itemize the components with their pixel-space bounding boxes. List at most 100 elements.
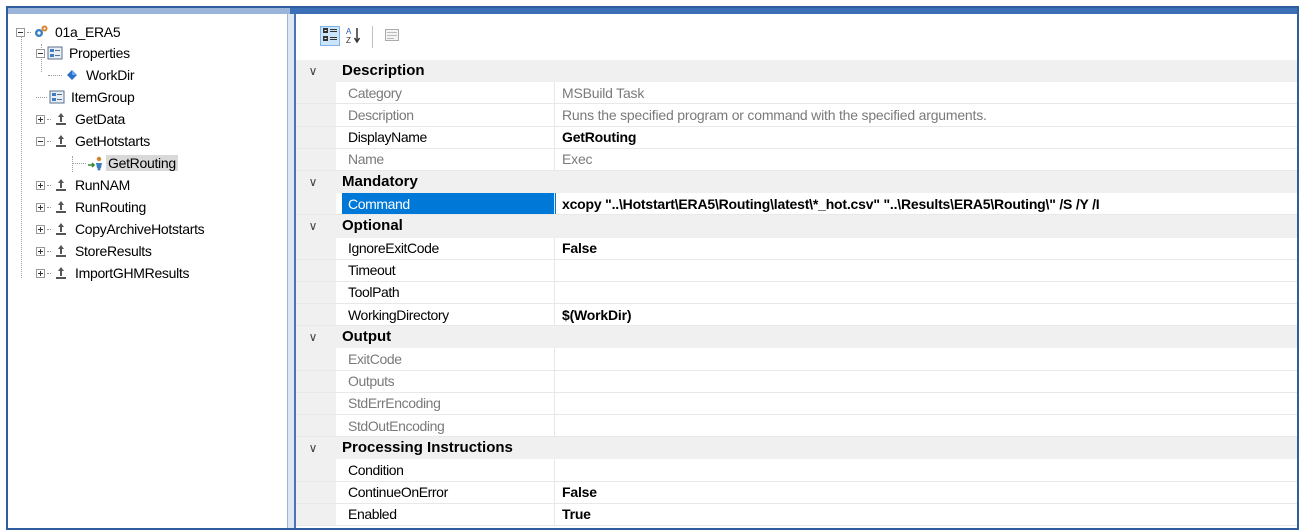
property-row-timeout[interactable]: Timeout [296, 259, 1297, 282]
chevron-down-icon[interactable]: ∨ [302, 175, 324, 189]
property-value [560, 415, 1289, 436]
target-icon [53, 265, 69, 281]
property-value[interactable]: False [560, 238, 1289, 259]
property-value[interactable]: xcopy "..\Hotstart\ERA5\Routing\latest\*… [560, 193, 1289, 214]
target-icon [53, 177, 69, 193]
property-value [560, 348, 1289, 369]
property-name: ToolPath [348, 284, 400, 301]
property-value: Runs the specified program or command wi… [562, 106, 987, 123]
target-icon [53, 199, 69, 215]
pane-splitter[interactable] [287, 14, 296, 528]
expand-icon[interactable] [36, 180, 45, 190]
property-name: Category [348, 84, 402, 101]
property-row-continueonerror[interactable]: ContinueOnError False [296, 481, 1297, 504]
tree-label: ItemGroup [71, 89, 135, 105]
property-value: Exec [562, 151, 593, 168]
property-row-outputs[interactable]: Outputs [296, 370, 1297, 393]
tree-item-storeresults[interactable]: StoreResults [36, 241, 154, 261]
tree-label: ImportGHMResults [75, 265, 190, 281]
property-rows: ∨ Description Category MSBuild Task Desc… [296, 60, 1297, 526]
collapse-icon[interactable] [36, 48, 45, 58]
property-row-toolpath[interactable]: ToolPath [296, 281, 1297, 305]
tree-label: 01a_ERA5 [55, 24, 121, 40]
property-value[interactable]: $(WorkDir) [560, 304, 1289, 325]
property-row-stdoutencoding[interactable]: StdOutEncoding [296, 415, 1297, 438]
tree-item-workdir[interactable]: WorkDir [48, 65, 136, 85]
tree-item-properties[interactable]: Properties [36, 43, 132, 63]
tree-item-runnam[interactable]: RunNAM [36, 175, 132, 195]
target-icon [53, 133, 69, 149]
property-row-condition[interactable]: Condition [296, 459, 1297, 482]
property-row-category[interactable]: Category MSBuild Task [296, 82, 1297, 105]
property-grid-toolbar: AZ [296, 14, 1297, 58]
property-row-description[interactable]: Description Runs the specified program o… [296, 104, 1297, 127]
target-icon [53, 243, 69, 259]
property-name: StdErrEncoding [348, 395, 441, 412]
property-row-ignoreexitcode[interactable]: IgnoreExitCode False [296, 237, 1297, 260]
expand-icon[interactable] [36, 268, 45, 278]
category-processing-instructions[interactable]: ∨ Processing Instructions [296, 437, 1297, 460]
tree-item-copyarchivehotstarts[interactable]: CopyArchiveHotstarts [36, 219, 206, 239]
property-value[interactable]: GetRouting [560, 127, 1289, 148]
task-icon [88, 155, 104, 171]
property-name: Timeout [348, 262, 396, 279]
categorized-button[interactable] [320, 26, 340, 46]
tree-item-itemgroup[interactable]: ItemGroup [36, 87, 136, 107]
project-tree[interactable]: 01a_ERA5 Properties WorkDir ItemGroup Ge… [8, 14, 287, 528]
project-gear-icon [33, 24, 49, 40]
property-name: StdOutEncoding [348, 417, 445, 434]
expand-icon[interactable] [36, 224, 45, 234]
property-name: Command [342, 193, 556, 215]
property-row-workingdirectory[interactable]: WorkingDirectory $(WorkDir) [296, 304, 1297, 327]
tree-label: GetData [75, 111, 126, 127]
tree-item-root[interactable]: 01a_ERA5 [16, 22, 122, 42]
tree-item-importghmresults[interactable]: ImportGHMResults [36, 263, 191, 283]
property-name: DisplayName [348, 129, 427, 146]
property-name: ExitCode [348, 351, 402, 368]
expand-icon[interactable] [36, 114, 45, 124]
property-value[interactable] [560, 459, 1289, 480]
chevron-down-icon[interactable]: ∨ [302, 219, 324, 233]
category-optional[interactable]: ∨ Optional [296, 215, 1297, 238]
category-label: Mandatory [342, 173, 418, 191]
property-row-name[interactable]: Name Exec [296, 148, 1297, 171]
tree-label: GetRouting [106, 155, 178, 171]
toolbar-separator [372, 26, 373, 48]
property-row-command[interactable]: Command xcopy "..\Hotstart\ERA5\Routing\… [296, 193, 1297, 216]
property-value[interactable] [560, 260, 1289, 281]
property-pages-icon [384, 27, 400, 46]
collapse-icon[interactable] [36, 136, 45, 146]
chevron-down-icon[interactable]: ∨ [302, 330, 324, 344]
itemgroup-icon [49, 89, 65, 105]
category-description[interactable]: ∨ Description [296, 60, 1297, 83]
property-value[interactable]: False [560, 482, 1289, 503]
property-row-displayname[interactable]: DisplayName GetRouting [296, 126, 1297, 149]
alphabetical-button[interactable]: AZ [344, 26, 364, 46]
category-output[interactable]: ∨ Output [296, 326, 1297, 349]
svg-text:A: A [346, 27, 352, 36]
property-row-stderrencoding[interactable]: StdErrEncoding [296, 392, 1297, 415]
property-value[interactable]: True [560, 504, 1289, 525]
category-mandatory[interactable]: ∨ Mandatory [296, 170, 1297, 194]
property-row-exitcode[interactable]: ExitCode [296, 348, 1297, 371]
expand-icon[interactable] [36, 202, 45, 212]
target-icon [53, 221, 69, 237]
collapse-icon[interactable] [16, 27, 25, 37]
expand-icon[interactable] [36, 246, 45, 256]
categorized-view-icon [322, 27, 338, 46]
chevron-down-icon[interactable]: ∨ [302, 64, 324, 78]
target-icon [53, 111, 69, 127]
property-name: ContinueOnError [348, 484, 448, 501]
chevron-down-icon[interactable]: ∨ [302, 441, 324, 455]
property-grid: AZ ∨ Description Category MSBuild Task D… [296, 14, 1297, 528]
tree-item-getrouting[interactable]: GetRouting [72, 153, 178, 173]
tree-item-runrouting[interactable]: RunRouting [36, 197, 148, 217]
property-name: IgnoreExitCode [348, 240, 439, 257]
tree-item-gethotstarts[interactable]: GetHotstarts [36, 131, 152, 151]
tree-item-getdata[interactable]: GetData [36, 109, 127, 129]
category-label: Optional [342, 217, 403, 235]
property-row-enabled[interactable]: Enabled True [296, 503, 1297, 526]
category-label: Processing Instructions [342, 439, 513, 457]
property-value[interactable] [560, 282, 1289, 303]
property-pages-button[interactable] [382, 26, 402, 46]
